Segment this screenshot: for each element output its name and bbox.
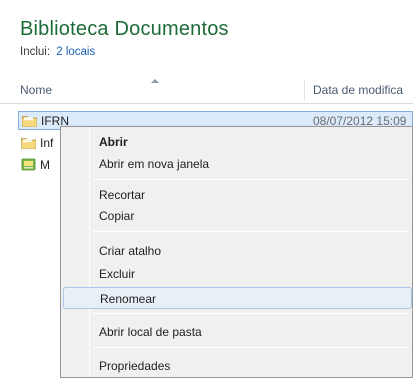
column-header-date-modified[interactable]: Data de modifica <box>313 83 403 97</box>
menu-item-label: Abrir em nova janela <box>99 157 210 171</box>
menu-separator <box>93 347 409 348</box>
menu-item-create-shortcut[interactable]: Criar atalho <box>63 240 412 262</box>
menu-item-properties[interactable]: Propriedades <box>63 355 412 377</box>
menu-item-rename[interactable]: Renomear <box>63 287 412 309</box>
menu-item-label: Renomear <box>100 292 157 306</box>
menu-item-open[interactable]: Abrir <box>63 131 412 153</box>
menu-item-label: Excluir <box>99 267 136 281</box>
menu-separator <box>93 179 409 180</box>
file-name: Inf <box>40 136 54 150</box>
menu-item-delete[interactable]: Excluir <box>63 263 412 285</box>
folder-icon <box>22 116 37 127</box>
includes-label: Inclui: <box>20 46 51 58</box>
menu-separator <box>93 313 409 314</box>
column-header-bar: Nome Data de modifica <box>0 76 413 104</box>
menu-item-label: Criar atalho <box>99 244 162 258</box>
menu-item-cut[interactable]: Recortar <box>63 184 412 206</box>
includes-locations-link[interactable]: 2 locais <box>56 46 95 58</box>
library-header: Biblioteca Documentos Inclui: 2 locais <box>20 18 229 58</box>
menu-item-open-new-window[interactable]: Abrir em nova janela <box>63 153 412 175</box>
folder-icon <box>21 138 36 149</box>
menu-item-label: Abrir <box>99 135 128 149</box>
menu-item-label: Abrir local de pasta <box>99 325 202 339</box>
sort-ascending-icon <box>151 79 159 83</box>
menu-item-copy[interactable]: Copiar <box>63 205 412 227</box>
menu-item-open-folder-location[interactable]: Abrir local de pasta <box>63 321 412 343</box>
library-icon <box>21 158 36 171</box>
column-header-name[interactable]: Nome <box>20 83 52 97</box>
menu-item-label: Recortar <box>99 188 146 202</box>
menu-item-label: Copiar <box>99 209 135 223</box>
explorer-window: Biblioteca Documentos Inclui: 2 locais N… <box>0 0 413 378</box>
file-name: M <box>40 158 50 172</box>
library-title: Biblioteca Documentos <box>20 18 229 40</box>
includes-row: Inclui: 2 locais <box>20 46 229 58</box>
column-divider[interactable] <box>304 80 305 100</box>
context-menu: Abrir Abrir em nova janela Recortar Copi… <box>60 126 413 378</box>
menu-item-label: Propriedades <box>99 359 171 373</box>
menu-separator <box>93 231 409 232</box>
